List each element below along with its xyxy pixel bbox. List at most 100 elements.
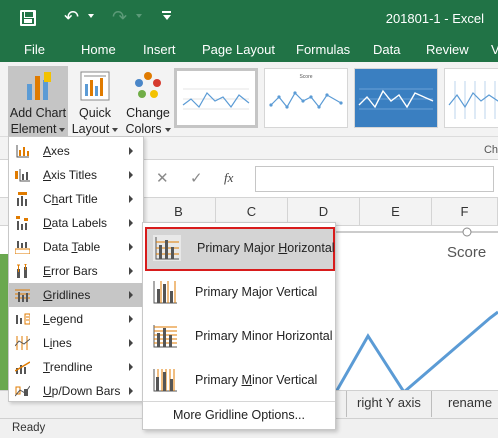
tab-view[interactable]: V xyxy=(491,42,498,57)
menu-item-data-table[interactable]: Data Table xyxy=(9,235,143,259)
sheet-tab-rename[interactable]: rename xyxy=(438,391,498,417)
tab-insert[interactable]: Insert xyxy=(143,42,176,57)
trendline-label-rest: rendline xyxy=(49,360,93,374)
submenu-arrow-icon xyxy=(129,171,133,179)
add-chart-element-label-1: Add Chart xyxy=(9,106,67,120)
column-header-f[interactable]: F xyxy=(432,198,498,226)
quick-layout-label-1: Quick xyxy=(79,106,111,120)
pmh-label-first: Primary Major xyxy=(197,241,279,255)
primary-minor-horizontal-icon xyxy=(153,325,177,348)
menu-item-legend[interactable]: Legend xyxy=(9,307,143,331)
chart-title-label-rest: art Title xyxy=(58,192,98,206)
axis-titles-icon xyxy=(15,169,30,182)
data-table-label-rest: able xyxy=(77,240,101,254)
menu-item-gridlines[interactable]: Gridlines xyxy=(9,283,143,307)
chart-style-1[interactable] xyxy=(174,68,258,128)
menu-item-data-labels[interactable]: Data Labels xyxy=(9,211,143,235)
chart-style-2-title: Score xyxy=(299,74,312,80)
chart-style-4[interactable] xyxy=(444,68,498,128)
submenu-arrow-icon xyxy=(129,387,133,395)
chart-styles-group-label: Ch xyxy=(483,144,498,156)
trendline-icon xyxy=(15,361,30,374)
menu-item-lines[interactable]: Lines xyxy=(9,331,143,355)
chart-style-3[interactable] xyxy=(354,68,438,128)
menu-item-error-bars[interactable]: Error Bars xyxy=(9,259,143,283)
menu-item-axis-titles[interactable]: Axis Titles xyxy=(9,163,143,187)
redo-dropdown-icon[interactable] xyxy=(136,14,142,18)
error-bars-mnemonic: E xyxy=(43,264,52,278)
legend-label-rest: egend xyxy=(49,312,84,326)
primary-major-vertical-icon xyxy=(153,281,177,304)
sheet-tab-right-y-axis[interactable]: right Y axis xyxy=(346,391,432,417)
data-table-icon xyxy=(15,241,30,254)
trendline-mnemonic: T xyxy=(43,360,50,374)
menu-item-up-down-bars[interactable]: Up/Down Bars xyxy=(9,379,143,403)
menu-item-label: Axes xyxy=(43,144,70,158)
lines-icon xyxy=(15,336,30,350)
undo-icon[interactable]: ↶ xyxy=(64,7,79,28)
menu-item-axes[interactable]: Axes xyxy=(9,139,143,163)
menu-item-trendline[interactable]: Trendline xyxy=(9,355,143,379)
legend-mnemonic: L xyxy=(43,312,50,326)
up-down-bars-mnemonic: U xyxy=(43,384,52,398)
submenu-arrow-icon xyxy=(129,339,133,347)
dropdown-caret-icon xyxy=(59,127,66,132)
chart-style-4-preview xyxy=(448,81,498,119)
lines-label-rest: nes xyxy=(52,336,72,350)
column-header-e[interactable]: E xyxy=(360,198,432,226)
more-gridline-options-button[interactable]: More Gridline Options... xyxy=(143,401,335,429)
submenu-item-primary-major-horizontal[interactable]: Primary Major Horizontal xyxy=(145,227,335,271)
quick-layout-label-2-text: Layout xyxy=(71,122,110,136)
formula-input[interactable] xyxy=(255,166,494,192)
title-bar: ↶ ↷ 201801-1 - Excel xyxy=(0,0,498,38)
gridlines-icon xyxy=(15,289,30,302)
ribbon-tabs: File Home Insert Page Layout Formulas Da… xyxy=(0,38,498,62)
tab-data[interactable]: Data xyxy=(373,42,400,57)
chart-element-menu: Axes Axis Titles Chart Title Data Labels… xyxy=(8,136,144,402)
tab-file[interactable]: File xyxy=(24,42,45,57)
submenu-item-primary-minor-vertical[interactable]: Primary Minor Vertical xyxy=(143,359,335,403)
data-labels-label-rest: ata Labels xyxy=(51,216,108,230)
pmv-label-rest: inor Vertical xyxy=(251,373,318,387)
tab-home[interactable]: Home xyxy=(81,42,116,57)
customize-qat-icon[interactable] xyxy=(162,11,172,21)
insert-function-icon[interactable]: fx xyxy=(224,170,233,186)
tab-formulas[interactable]: Formulas xyxy=(296,42,350,57)
chart-style-3-preview xyxy=(358,88,434,110)
chart-title-label-first: C xyxy=(43,192,52,206)
legend-icon xyxy=(16,313,30,325)
menu-item-label: Axis Titles xyxy=(43,168,97,182)
undo-dropdown-icon[interactable] xyxy=(88,14,94,18)
tab-review[interactable]: Review xyxy=(426,42,469,57)
menu-item-chart-title[interactable]: Chart Title xyxy=(9,187,143,211)
pmv-mnemonic: M xyxy=(241,373,252,387)
quick-layout-icon xyxy=(80,71,110,101)
redo-icon[interactable]: ↷ xyxy=(112,7,127,28)
dropdown-caret-icon xyxy=(164,127,171,132)
data-table-label-first: Data xyxy=(43,240,72,254)
chart-title[interactable]: Score xyxy=(447,244,486,261)
submenu-item-primary-minor-horizontal[interactable]: Primary Minor Horizontal xyxy=(143,315,335,359)
submenu-arrow-icon xyxy=(129,195,133,203)
submenu-item-label: Primary Major Vertical xyxy=(195,285,318,299)
up-down-bars-label-rest: p/Down Bars xyxy=(51,384,121,398)
submenu-item-primary-major-vertical[interactable]: Primary Major Vertical xyxy=(143,271,335,315)
selection-edge xyxy=(0,254,8,402)
chart-style-2-preview: Score xyxy=(269,74,343,109)
axis-titles-label-rest: xis Titles xyxy=(51,168,98,182)
error-bars-label-rest: rror Bars xyxy=(51,264,98,278)
enter-icon[interactable]: ✓ xyxy=(190,169,203,187)
up-down-bars-icon xyxy=(15,385,30,397)
chart-style-2[interactable]: Score xyxy=(264,68,348,128)
error-bars-icon xyxy=(17,264,27,278)
pmh-label-rest: orizontal xyxy=(287,241,335,255)
axis-titles-mnemonic: A xyxy=(43,168,52,182)
menu-item-label: Data Table xyxy=(43,240,100,254)
submenu-item-label: Primary Major Horizontal xyxy=(197,241,335,255)
submenu-arrow-icon xyxy=(129,363,133,371)
save-icon[interactable] xyxy=(20,10,36,26)
cancel-icon[interactable]: ✕ xyxy=(156,169,169,187)
menu-item-label: Gridlines xyxy=(43,288,90,302)
submenu-arrow-icon xyxy=(129,219,133,227)
tab-page-layout[interactable]: Page Layout xyxy=(202,42,275,57)
